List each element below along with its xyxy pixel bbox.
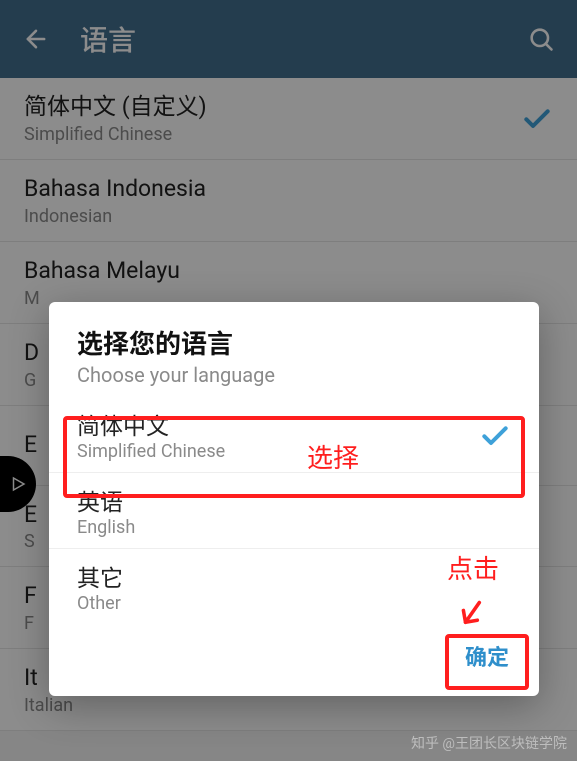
confirm-button[interactable]: 确定 (443, 628, 531, 684)
dialog-option-texts: 英语English (77, 483, 511, 538)
dialog-subtitle: Choose your language (77, 363, 511, 387)
dialog-option[interactable]: 英语English (49, 473, 539, 549)
dialog-option-primary: 其它 (77, 559, 511, 593)
dialog-title: 选择您的语言 (77, 324, 511, 361)
dialog-option[interactable]: 简体中文Simplified Chinese (49, 397, 539, 473)
check-icon (479, 419, 511, 451)
dialog-option-texts: 其它Other (77, 559, 511, 614)
dialog-option-secondary: Simplified Chinese (77, 441, 479, 462)
dialog-actions: 确定 (49, 624, 539, 688)
dialog-option-primary: 英语 (77, 483, 511, 517)
dialog-option-primary: 简体中文 (77, 407, 479, 441)
dialog-header: 选择您的语言 Choose your language (49, 302, 539, 397)
dialog-option-texts: 简体中文Simplified Chinese (77, 407, 479, 462)
watermark: 知乎 @王团长区块链学院 (411, 733, 567, 753)
dialog-option-secondary: Other (77, 593, 511, 614)
dialog-option-secondary: English (77, 517, 511, 538)
language-dialog: 选择您的语言 Choose your language 简体中文Simplifi… (49, 302, 539, 696)
dialog-option-list: 简体中文Simplified Chinese 英语English 其它Other (49, 397, 539, 624)
